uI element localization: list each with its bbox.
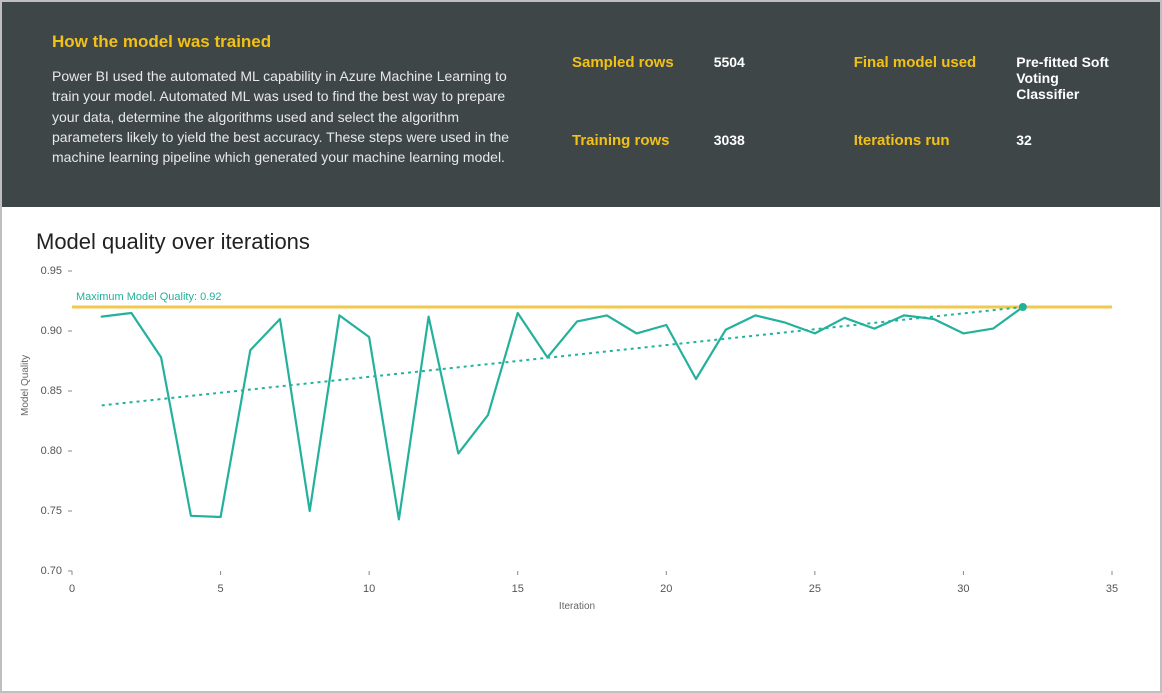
- description-title: How the model was trained: [52, 32, 512, 52]
- description-block: How the model was trained Power BI used …: [52, 32, 512, 167]
- y-tick-label: 0.95: [32, 265, 62, 277]
- final-model-label: Final model used: [854, 54, 977, 102]
- y-tick-label: 0.70: [32, 565, 62, 577]
- x-axis-label: Iteration: [559, 601, 595, 612]
- stats-grid: Sampled rows 5504 Final model used Pre-f…: [572, 32, 1110, 167]
- chart-title: Model quality over iterations: [36, 229, 1130, 255]
- report-frame: How the model was trained Power BI used …: [0, 0, 1162, 693]
- chart-area: Model quality over iterations Model Qual…: [2, 207, 1160, 631]
- chart-svg: [32, 261, 1122, 621]
- y-tick-label: 0.90: [32, 325, 62, 337]
- training-rows-value: 3038: [714, 132, 814, 149]
- training-rows-label: Training rows: [572, 132, 674, 149]
- x-tick-label: 0: [69, 583, 75, 595]
- y-tick-label: 0.80: [32, 445, 62, 457]
- max-quality-label: Maximum Model Quality: 0.92: [76, 291, 222, 303]
- sampled-rows-value: 5504: [714, 54, 814, 102]
- x-tick-label: 20: [660, 583, 672, 595]
- x-tick-label: 10: [363, 583, 375, 595]
- x-tick-label: 30: [957, 583, 969, 595]
- y-tick-label: 0.85: [32, 385, 62, 397]
- x-tick-label: 5: [218, 583, 224, 595]
- chart-container: Model Quality Iteration 0.700.750.800.85…: [32, 261, 1122, 621]
- y-tick-label: 0.75: [32, 505, 62, 517]
- iterations-run-label: Iterations run: [854, 132, 977, 149]
- y-axis-label: Model Quality: [20, 355, 31, 416]
- training-summary-panel: How the model was trained Power BI used …: [2, 2, 1160, 207]
- x-tick-label: 25: [809, 583, 821, 595]
- description-text: Power BI used the automated ML capabilit…: [52, 66, 512, 167]
- sampled-rows-label: Sampled rows: [572, 54, 674, 102]
- iterations-run-value: 32: [1016, 132, 1110, 149]
- x-tick-label: 15: [512, 583, 524, 595]
- final-model-value: Pre-fitted Soft Voting Classifier: [1016, 54, 1110, 102]
- x-tick-label: 35: [1106, 583, 1118, 595]
